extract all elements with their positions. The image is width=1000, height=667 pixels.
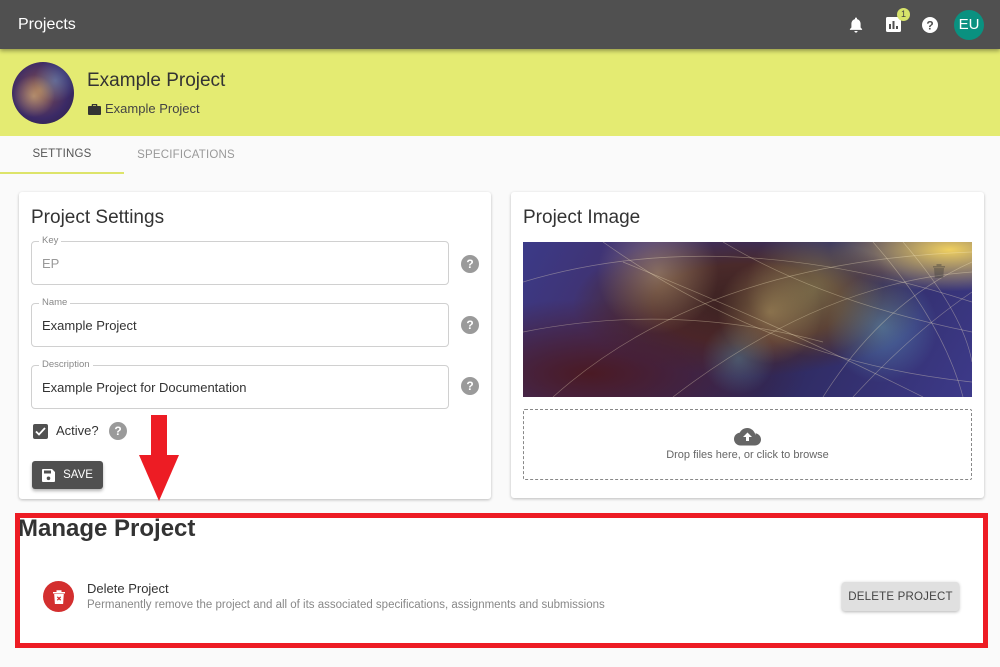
description-field: Description: [31, 359, 449, 409]
delete-project-title: Delete Project: [87, 581, 169, 596]
tab-specifications[interactable]: SPECIFICATIONS: [124, 136, 248, 174]
reports-button[interactable]: 1: [883, 7, 910, 35]
dropzone-text: Drop files here, or click to browse: [666, 449, 829, 461]
project-avatar: [12, 62, 74, 124]
active-label: Active?: [56, 423, 99, 438]
project-settings-card: Project Settings Key ? Name ? Descriptio…: [19, 192, 491, 499]
key-input[interactable]: [42, 256, 437, 271]
delete-avatar: [43, 581, 74, 612]
floppy-disk-icon: [42, 468, 56, 482]
delete-project-button[interactable]: DELETE PROJECT: [842, 582, 959, 611]
project-subtitle-text: Example Project: [105, 101, 200, 116]
bell-icon: [849, 17, 863, 33]
project-header: Example Project Example Project: [0, 49, 1000, 136]
annotation-arrow-icon: [139, 415, 179, 501]
project-title: Example Project: [87, 70, 226, 91]
active-checkbox[interactable]: [33, 424, 48, 439]
manage-project-card: Manage Project Delete Project Permanentl…: [18, 515, 985, 645]
topbar-actions: 1 ? EU: [829, 0, 984, 49]
save-label: SAVE: [63, 469, 93, 481]
notifications-button[interactable]: [846, 15, 866, 35]
briefcase-icon: [88, 103, 101, 115]
project-settings-title: Project Settings: [31, 207, 165, 228]
project-image: [523, 242, 972, 397]
key-field: Key: [31, 235, 449, 285]
key-label: Key: [39, 235, 62, 246]
name-input[interactable]: [42, 318, 437, 333]
project-image-title: Project Image: [523, 207, 641, 228]
app-title: Projects: [18, 15, 76, 33]
tab-settings[interactable]: SETTINGS: [0, 136, 124, 174]
tab-bar: SETTINGS SPECIFICATIONS: [0, 136, 1000, 174]
description-input[interactable]: [42, 380, 437, 395]
key-help-icon[interactable]: ?: [461, 255, 479, 273]
name-label: Name: [39, 297, 71, 308]
help-icon: ?: [922, 16, 938, 33]
description-help-icon[interactable]: ?: [461, 377, 479, 395]
help-button[interactable]: ?: [920, 15, 940, 35]
file-dropzone[interactable]: Drop files here, or click to browse: [523, 409, 972, 480]
notification-badge: 1: [897, 7, 910, 21]
manage-project-title: Manage Project: [18, 515, 196, 542]
save-button[interactable]: SAVE: [32, 461, 103, 489]
checkmark-icon: [35, 427, 46, 436]
trash-icon: [52, 589, 65, 604]
cloud-upload-icon: [734, 428, 761, 446]
name-help-icon[interactable]: ?: [461, 316, 479, 334]
svg-text:?: ?: [926, 18, 933, 32]
user-avatar[interactable]: EU: [954, 9, 984, 40]
delete-project-description: Permanently remove the project and all o…: [87, 599, 605, 611]
name-field: Name: [31, 297, 449, 347]
image-delete-icon[interactable]: [932, 263, 946, 279]
description-label: Description: [39, 359, 93, 370]
project-subtitle: Example Project: [88, 101, 200, 116]
project-image-card: Project Image Drop files here, or click …: [511, 192, 984, 498]
top-app-bar: Projects 1 ? EU: [0, 0, 1000, 49]
active-help-icon[interactable]: ?: [109, 422, 127, 440]
